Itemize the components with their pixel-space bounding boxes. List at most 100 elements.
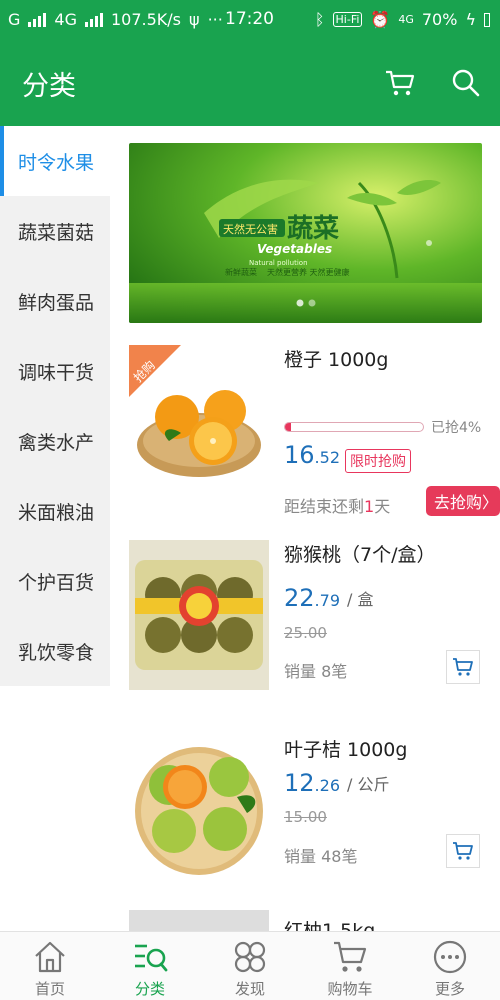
product-unit: / 公斤 (347, 775, 390, 794)
product-name: 猕猴桃（7个/盒） (284, 544, 436, 566)
flash-sale-tag: 限时抢购 (345, 449, 411, 473)
product-price: 22.79 (284, 584, 340, 612)
price-integer: 22 (284, 584, 315, 612)
tab-more[interactable]: 更多 (410, 938, 490, 998)
add-to-cart-button[interactable] (446, 834, 480, 868)
add-to-cart-button[interactable] (446, 650, 480, 684)
banner-image: 天然无公害 蔬菜 Vegetables Natural pollution 新鲜… (129, 143, 482, 323)
sidebar-item-label: 时令水果 (18, 151, 95, 174)
page-title: 分类 (22, 71, 76, 102)
buy-now-button[interactable]: 去抢购〉 (426, 486, 500, 516)
app-header: 分类 (0, 40, 500, 126)
product-image (129, 735, 269, 885)
flash-sale-ribbon: 抢购 (129, 345, 181, 397)
more-dots: ··· (207, 10, 223, 29)
battery-icon (484, 12, 490, 27)
product-card-mandarin[interactable]: 叶子桔 1000g 12.26 / 公斤 15.00 销量 48笔 (129, 735, 500, 895)
sidebar-item-label: 调味干货 (18, 361, 95, 384)
price-decimal: .26 (314, 776, 340, 795)
banner-badge: 天然无公害 (223, 222, 278, 236)
search-icon (452, 69, 480, 97)
sidebar-item-drinks-snacks[interactable]: 乳饮零食 (0, 616, 110, 686)
countdown-prefix: 距结束还剩 (284, 497, 365, 516)
sidebar-item-grains-oil[interactable]: 米面粮油 (0, 476, 110, 546)
price-decimal: .79 (314, 591, 340, 610)
sidebar-item-label: 鲜肉蛋品 (18, 291, 95, 314)
banner-title: 蔬菜 (287, 214, 339, 244)
banner-logo-text: 新鲜蔬菜 (225, 267, 257, 277)
countdown-number: 1 (364, 497, 375, 516)
sidebar-empty-area (0, 686, 110, 931)
tab-cart[interactable]: 购物车 (310, 938, 390, 998)
clock: 17:20 (225, 9, 274, 29)
tab-label: 首页 (34, 980, 65, 998)
product-sales: 销量 48笔 (284, 847, 358, 866)
category-icon (135, 944, 168, 972)
header-cart-button[interactable] (379, 62, 421, 104)
sidebar-item-seasoning[interactable]: 调味干货 (0, 336, 110, 406)
banner-tag: Natural pollution (249, 259, 308, 267)
tab-discover[interactable]: 发现 (210, 938, 290, 998)
sidebar-item-seasonal-fruit[interactable]: 时令水果 (0, 126, 110, 196)
battery-percent: 70% (421, 10, 458, 29)
network-right-label: 4G (398, 13, 414, 26)
product-card-pomelo[interactable]: 红柚1.5kg (129, 910, 500, 931)
more-icon (433, 940, 467, 974)
sale-progress-bar (284, 422, 424, 432)
hifi-badge: Hi-Fi (332, 12, 363, 27)
sidebar-item-meat-eggs[interactable]: 鲜肉蛋品 (0, 266, 110, 336)
discover-icon (234, 941, 266, 973)
cart-icon (453, 842, 473, 860)
product-unit: / 盒 (347, 590, 374, 609)
network-speed: 107.5K/s (110, 10, 182, 29)
price-integer: 16 (284, 441, 315, 469)
banner-slogan: 天然更营养 天然更健康 (267, 267, 350, 277)
tab-category[interactable]: 分类 (110, 938, 190, 998)
product-card-orange[interactable]: 抢购 橙子 1000g 已抢4% 16.52 限时抢购 距结束还剩1天 去抢购〉 (129, 345, 500, 520)
sidebar-item-personal-care[interactable]: 个护百货 (0, 546, 110, 616)
header-search-button[interactable] (445, 62, 487, 104)
sale-progress-text: 已抢4% (431, 420, 482, 436)
cart-icon (334, 941, 367, 972)
product-name: 红柚1.5kg (284, 920, 376, 931)
tab-label: 购物车 (327, 980, 373, 998)
price-decimal: .52 (314, 448, 340, 467)
cart-icon (453, 658, 473, 676)
product-name: 橙子 1000g (284, 349, 389, 371)
countdown-suffix: 天 (374, 497, 391, 516)
sale-progress-fill (285, 423, 291, 431)
tab-label: 发现 (234, 980, 265, 998)
promo-banner[interactable]: 天然无公害 蔬菜 Vegetables Natural pollution 新鲜… (129, 143, 482, 323)
usb-icon: ψ (189, 10, 200, 29)
banner-subtitle: Vegetables (257, 242, 332, 256)
sidebar-item-label: 蔬菜菌菇 (18, 221, 95, 244)
cart-icon (386, 70, 415, 96)
sidebar-item-label: 乳饮零食 (18, 641, 95, 664)
charging-icon: ϟ (465, 10, 476, 29)
sidebar-item-poultry-seafood[interactable]: 禽类水产 (0, 406, 110, 476)
bluetooth-icon: ᛒ (314, 10, 325, 29)
product-old-price: 25.00 (284, 624, 327, 642)
signal-icon-2 (84, 12, 103, 27)
sale-countdown: 距结束还剩1天 (284, 493, 390, 517)
network-label: 4G (54, 10, 77, 29)
product-old-price: 15.00 (284, 808, 327, 826)
sidebar-item-vegetables[interactable]: 蔬菜菌菇 (0, 196, 110, 266)
product-card-kiwi[interactable]: 猕猴桃（7个/盒） 22.79 / 盒 25.00 销量 8笔 (129, 540, 500, 700)
tab-home[interactable]: 首页 (10, 938, 90, 998)
home-icon (35, 941, 65, 973)
product-sales: 销量 8笔 (284, 662, 348, 681)
status-bar: G 4G 107.5K/s ψ ··· 17:20 ᛒ Hi-Fi ⏰ 4G 7… (0, 0, 500, 40)
tab-label: 更多 (434, 980, 465, 998)
product-image (129, 540, 269, 690)
signal-icon (28, 12, 47, 27)
price-integer: 12 (284, 769, 315, 797)
carrier-label: G (8, 10, 21, 29)
sidebar-item-label: 禽类水产 (18, 431, 95, 454)
product-image (129, 910, 269, 931)
alarm-icon: ⏰ (370, 10, 391, 29)
bottom-tab-bar: 首页 分类 发现 购物车 更多 (0, 931, 500, 1000)
category-sidebar: 时令水果 蔬菜菌菇 鲜肉蛋品 调味干货 禽类水产 米面粮油 个护百货 乳饮零食 (0, 126, 110, 686)
sidebar-item-label: 米面粮油 (18, 501, 95, 524)
tab-label: 分类 (134, 980, 165, 998)
